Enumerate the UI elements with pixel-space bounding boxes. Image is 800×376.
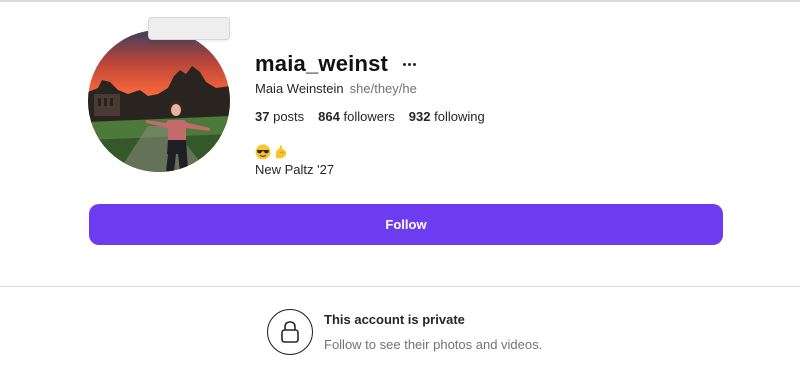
name-row: Maia Weinstein she/they/he bbox=[255, 81, 417, 96]
follow-button[interactable]: Follow bbox=[89, 204, 723, 245]
pronouns: she/they/he bbox=[349, 81, 417, 96]
more-options-button[interactable] bbox=[400, 54, 418, 74]
smiling-face-with-sunglasses-emoji bbox=[255, 144, 271, 160]
private-title: This account is private bbox=[324, 312, 465, 327]
posts-count: 37 posts bbox=[255, 109, 305, 124]
top-border bbox=[0, 0, 800, 2]
following-link[interactable]: 932 following bbox=[409, 109, 485, 124]
more-options-icon bbox=[402, 62, 416, 66]
lock-icon bbox=[281, 321, 299, 343]
bio-emoji-row bbox=[255, 144, 289, 160]
lock-icon-circle bbox=[267, 309, 313, 355]
private-account-notice: This account is private Follow to see th… bbox=[267, 309, 542, 355]
followers-link[interactable]: 864 followers bbox=[318, 109, 395, 124]
profile-page: maia_weinst Maia Weinstein she/they/he 3… bbox=[0, 0, 800, 376]
profile-note-bubble[interactable] bbox=[148, 17, 230, 40]
private-subtitle: Follow to see their photos and videos. bbox=[324, 337, 543, 352]
profile-avatar-container[interactable] bbox=[88, 30, 230, 172]
username-row: maia_weinst bbox=[255, 50, 418, 78]
profile-avatar[interactable] bbox=[88, 30, 230, 172]
stats-row: 37 posts 864 followers 932 following bbox=[255, 109, 485, 124]
section-divider bbox=[0, 286, 800, 287]
username: maia_weinst bbox=[255, 51, 389, 76]
bio-line: New Paltz '27 bbox=[255, 162, 335, 177]
full-name: Maia Weinstein bbox=[255, 81, 344, 96]
flexed-biceps-emoji bbox=[276, 145, 287, 159]
